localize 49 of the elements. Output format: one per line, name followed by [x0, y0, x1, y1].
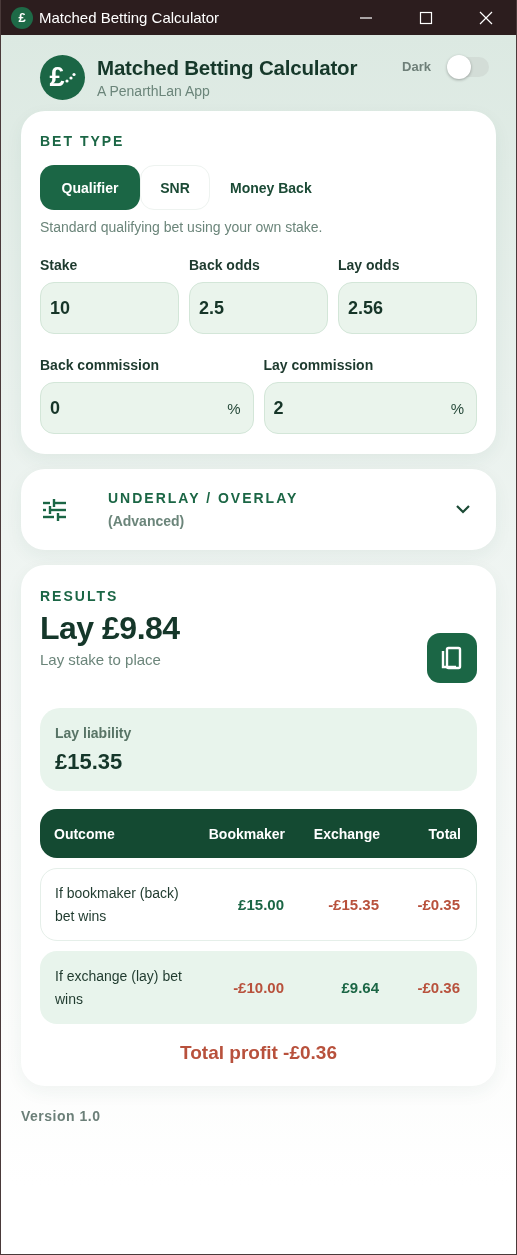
liability-label: Lay liability — [55, 725, 133, 741]
total-profit: Total profit -£0.36 — [179, 1042, 338, 1064]
app-title: Matched Betting Calculator — [97, 56, 359, 80]
bet-type-tab[interactable]: Money Back — [210, 165, 332, 210]
field-label: Lay commission — [263, 357, 375, 373]
table-cell-text: -£10.00 — [232, 979, 284, 996]
version-label: Version 1.0 — [21, 1108, 101, 1124]
column-header: Bookmaker — [207, 825, 285, 842]
lay-stake-caption: Lay stake to place — [40, 651, 162, 668]
app-icon: £ — [11, 6, 33, 29]
table-cell-text: -£15.35 — [327, 896, 379, 913]
table-cell-text: If exchange (lay) bet wins — [55, 966, 183, 1009]
section-subtitle: (Advanced) — [108, 513, 186, 529]
number-field[interactable]: 0 % — [40, 382, 254, 434]
lay-stake-amount: Lay £9.84 — [40, 610, 180, 647]
bet-type-tab[interactable]: Qualifier — [40, 165, 140, 210]
close-icon[interactable] — [479, 10, 493, 25]
maximize-icon[interactable] — [419, 10, 433, 25]
liability-amount: £15.35 — [55, 749, 124, 775]
field-label: Back odds — [189, 257, 261, 273]
column-header: Total — [427, 825, 461, 842]
chevron-icon[interactable] — [456, 505, 470, 514]
section-heading: BET TYPE — [40, 133, 126, 149]
copy-icon — [440, 645, 464, 671]
app-logo: £ — [40, 55, 85, 100]
number-field[interactable]: 2.56 — [338, 282, 477, 334]
field-label: Stake — [40, 257, 79, 273]
table-cell-text: £15.00 — [237, 896, 284, 913]
window-title: Matched Betting Calculator — [39, 9, 221, 26]
dark-mode-toggle[interactable] — [449, 57, 489, 77]
sliders-icon — [42, 498, 67, 521]
bet-type-tab[interactable]: SNR — [140, 165, 210, 210]
section-heading: RESULTS — [40, 588, 120, 604]
bet-type-description: Standard qualifying bet using your own stake. — [40, 219, 324, 235]
table-cell-text: If bookmaker (back) bet wins — [55, 883, 180, 926]
field-label: Lay odds — [338, 257, 401, 273]
column-header: Outcome — [54, 825, 116, 842]
column-header: Exchange — [312, 825, 380, 842]
table-cell-text: £9.64 — [340, 979, 379, 996]
field-label: Back commission — [40, 357, 161, 373]
table-cell-text: -£0.35 — [416, 896, 460, 913]
copy-button[interactable] — [427, 633, 477, 683]
number-field[interactable]: 10 — [40, 282, 179, 334]
section-heading: UNDERLAY / OVERLAY — [108, 490, 300, 506]
table-cell-text: -£0.36 — [416, 979, 460, 996]
number-field[interactable]: 2.5 — [189, 282, 328, 334]
app-subtitle: A PenarthLan App — [97, 83, 211, 99]
toggle-label: Dark — [402, 59, 431, 74]
number-field[interactable]: 2 % — [263, 382, 477, 434]
